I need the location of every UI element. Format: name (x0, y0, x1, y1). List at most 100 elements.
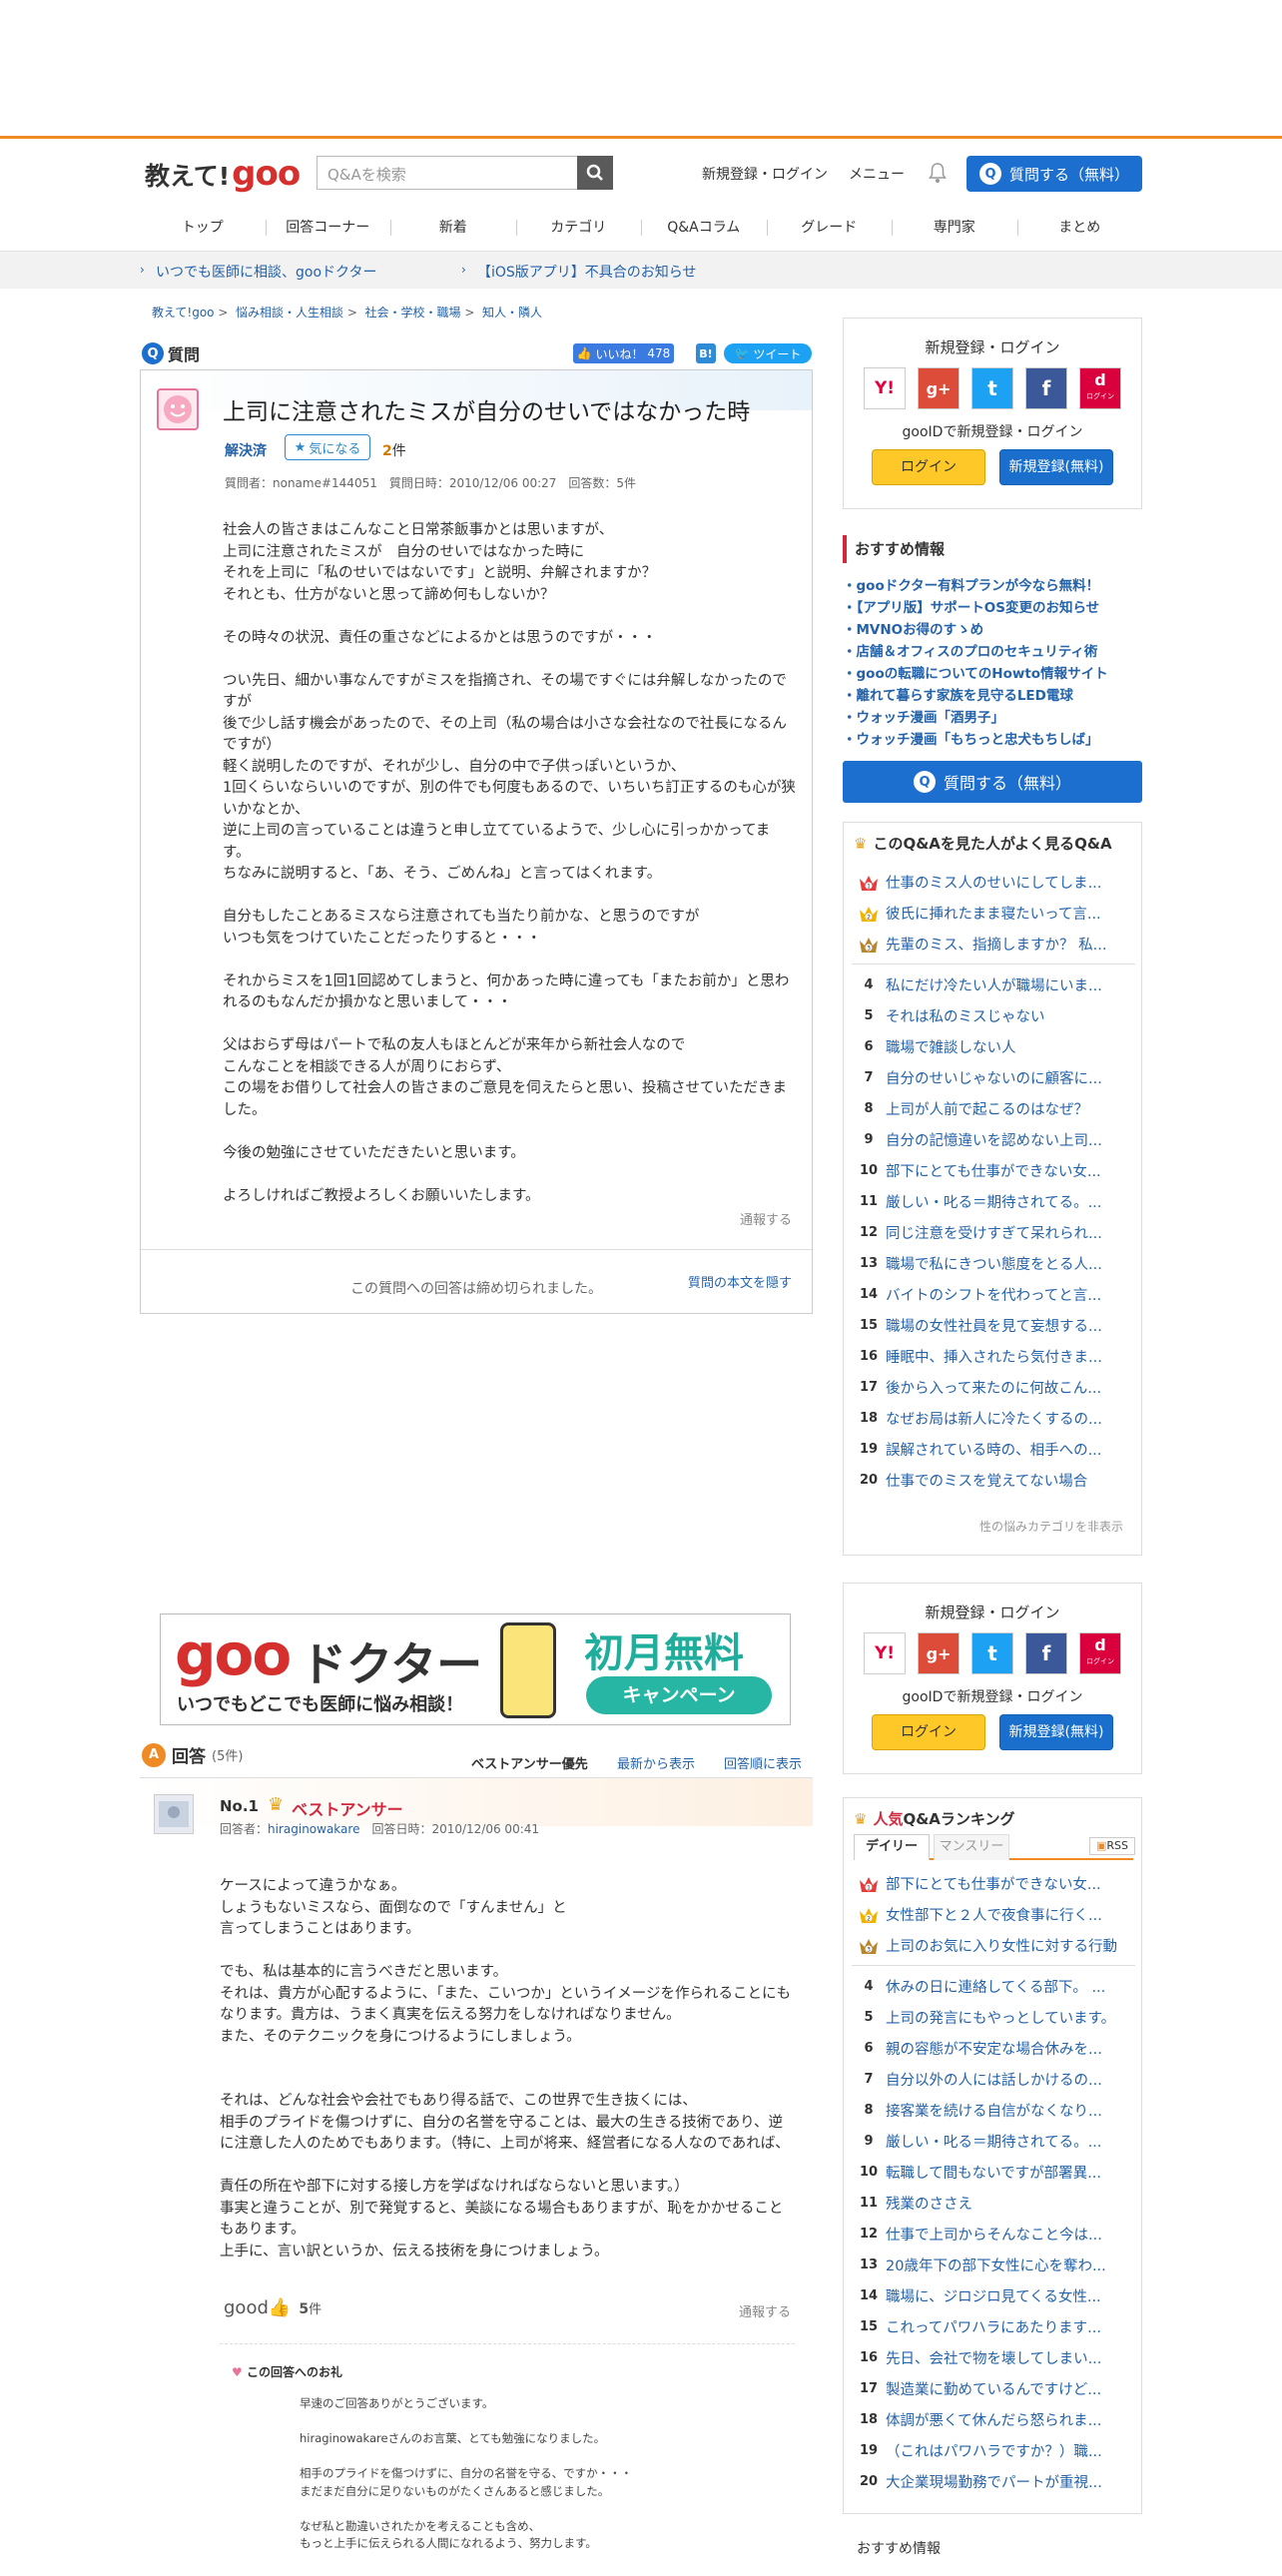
ranking-qa-row[interactable]: 15 これってパワハラにあたります... (852, 2311, 1135, 2342)
search-button[interactable] (577, 156, 613, 190)
related-qa-link[interactable]: 職場の女性社員を見て妄想する... (886, 1315, 1133, 1336)
google-login-icon[interactable]: g+ (918, 1632, 960, 1674)
nav-category[interactable]: カテゴリ (515, 210, 642, 246)
ranking-qa-link[interactable]: 体調が悪くて休んだら怒られま... (886, 2409, 1133, 2430)
ranking-qa-link[interactable]: 職場に、ジロジロ見てくる女性... (886, 2285, 1133, 2306)
good-button[interactable]: good👍 5件 (224, 2297, 321, 2318)
related-qa-row[interactable]: 15 職場の女性社員を見て妄想する... (852, 1310, 1135, 1341)
goo-doctor-ad[interactable]: goo ドクター いつでもどこでも医師に悩み相談！ 初月無料 キャンペーン (160, 1613, 791, 1725)
ranking-qa-link[interactable]: 接客業を続ける自信がなくなり... (886, 2100, 1133, 2121)
google-login-icon[interactable]: g+ (918, 367, 960, 409)
sort-newest[interactable]: 最新から表示 (617, 1753, 695, 1772)
tweet-button[interactable]: 🐦 ツイート (724, 343, 812, 363)
nav-qa-column[interactable]: Q&Aコラム (641, 210, 767, 246)
hide-question-link[interactable]: 質問の本文を隠す (688, 1272, 792, 1291)
related-qa-link[interactable]: 職場で雑談しない人 (886, 1036, 1133, 1057)
related-qa-link[interactable]: 自分の記憶違いを認めない上司... (886, 1129, 1133, 1150)
related-qa-row[interactable]: 16 睡眠中、挿入されたら気付きま... (852, 1341, 1135, 1372)
related-qa-link[interactable]: 仕事でのミスを覚えてない場合 (886, 1470, 1133, 1491)
answerer-link[interactable]: hiraginowakare (268, 1822, 359, 1836)
twitter-login-icon[interactable]: t (971, 367, 1013, 409)
ranking-qa-row[interactable]: 9 厳しい・叱る＝期待されてる。... (852, 2126, 1135, 2157)
breadcrumb-item[interactable]: 知人・隣人 (482, 306, 542, 320)
related-qa-link[interactable]: なぜお局は新人に冷たくするの... (886, 1408, 1133, 1429)
nav-matome[interactable]: まとめ (1016, 210, 1143, 246)
recommend-item[interactable]: MVNOお得のすゝめ (843, 619, 1142, 641)
ranking-qa-link[interactable]: 休みの日に連絡してくる部下。 ... (886, 1976, 1133, 1997)
recommend-item[interactable]: gooドクター有料プランが今なら無料！ (843, 575, 1142, 597)
ranking-qa-link[interactable]: 製造業に勤めているんですけど... (886, 2378, 1133, 2399)
bell-icon[interactable] (928, 162, 948, 184)
docomo-login-icon[interactable]: d ログイン (1079, 1632, 1121, 1674)
ranking-qa-row[interactable]: 1 部下にとても仕事ができない女... (852, 1868, 1135, 1899)
related-qa-row[interactable]: 5 それは私のミスじゃない (852, 1000, 1135, 1031)
ranking-qa-link[interactable]: 部下にとても仕事ができない女... (886, 1873, 1133, 1894)
ask-question-button-sidebar[interactable]: Q 質問する（無料） (843, 761, 1142, 803)
related-qa-row[interactable]: 10 部下にとても仕事ができない女... (852, 1155, 1135, 1186)
related-qa-link[interactable]: 職場で私にきつい態度をとる人... (886, 1253, 1133, 1274)
recommend-item[interactable]: 店舗＆オフィスのプロのセキュリティ術 (843, 641, 1142, 663)
recommend-item[interactable]: 離れて暮らす家族を見守るLED電球 (843, 685, 1142, 707)
recommend-item[interactable]: 【アプリ版】サポートOS変更のお知らせ (843, 597, 1142, 619)
recommend-item[interactable]: ウォッチ漫画「もちっと忠犬もちしば」 (843, 729, 1142, 751)
facebook-login-icon[interactable]: f (1025, 367, 1067, 409)
ranking-qa-row[interactable]: 18 体調が悪くて休んだら怒られま... (852, 2404, 1135, 2435)
nav-answer-corner[interactable]: 回答コーナー (265, 210, 391, 246)
related-qa-row[interactable]: 6 職場で雑談しない人 (852, 1031, 1135, 1062)
ranking-qa-link[interactable]: 自分以外の人には話しかけるの... (886, 2069, 1133, 2090)
nav-grade[interactable]: グレード (766, 210, 893, 246)
related-qa-row[interactable]: 3 先輩のミス、指摘しますか？ 私... (852, 929, 1135, 960)
related-qa-link[interactable]: 睡眠中、挿入されたら気付きま... (886, 1346, 1133, 1367)
ranking-qa-row[interactable]: 5 上司の発言にもやっとしています。 (852, 2002, 1135, 2033)
related-qa-row[interactable]: 18 なぜお局は新人に冷たくするの... (852, 1403, 1135, 1434)
related-qa-link[interactable]: それは私のミスじゃない (886, 1005, 1133, 1026)
recommend-item[interactable]: ウォッチ漫画「酒男子」 (843, 707, 1142, 729)
ranking-qa-row[interactable]: 14 職場に、ジロジロ見てくる女性... (852, 2280, 1135, 2311)
ranking-qa-row[interactable]: 16 先日、会社で物を壊してしまい... (852, 2342, 1135, 2373)
related-qa-row[interactable]: 13 職場で私にきつい態度をとる人... (852, 1248, 1135, 1279)
related-qa-link[interactable]: 厳しい・叱る＝期待されてる。... (886, 1191, 1133, 1212)
sort-order[interactable]: 回答順に表示 (724, 1753, 802, 1772)
ranking-qa-link[interactable]: 仕事で上司からそんなこと今は... (886, 2224, 1133, 2245)
login-button[interactable]: ログイン (872, 449, 985, 485)
menu-link[interactable]: メニュー (849, 164, 905, 184)
tab-monthly[interactable]: マンスリー (934, 1834, 1009, 1860)
related-qa-row[interactable]: 7 自分のせいじゃないのに顧客に... (852, 1062, 1135, 1093)
ranking-qa-link[interactable]: 残業のささえ (886, 2193, 1133, 2214)
nav-top[interactable]: トップ (140, 210, 266, 246)
related-qa-link[interactable]: 誤解されている時の、相手への... (886, 1439, 1133, 1460)
related-qa-link[interactable]: 仕事のミス人のせいにしてしま... (886, 872, 1133, 893)
sort-best[interactable]: ベストアンサー優先 (471, 1753, 588, 1772)
breadcrumb-item[interactable]: 悩み相談・人生相談 (236, 306, 343, 320)
hide-category-link[interactable]: 性の悩みカテゴリを非表示 (979, 1518, 1123, 1535)
ranking-qa-row[interactable]: 7 自分以外の人には話しかけるの... (852, 2064, 1135, 2095)
ranking-qa-link[interactable]: 転職して間もないですが部署異... (886, 2162, 1133, 2183)
ranking-qa-row[interactable]: 6 親の容態が不安定な場合休みを... (852, 2033, 1135, 2064)
ranking-qa-link[interactable]: 大企業現場勤務でパートが重視... (886, 2471, 1133, 2492)
breadcrumb-item[interactable]: 社会・学校・職場 (365, 306, 461, 320)
hatena-bookmark-button[interactable]: B! (696, 343, 716, 363)
related-qa-row[interactable]: 17 後から入って来たのに何故こん... (852, 1372, 1135, 1403)
report-link[interactable]: 通報する (740, 1209, 792, 1228)
ranking-qa-link[interactable]: 20歳年下の部下女性に心を奪わ... (886, 2254, 1133, 2275)
related-qa-row[interactable]: 11 厳しい・叱る＝期待されてる。... (852, 1186, 1135, 1217)
ask-question-button[interactable]: Q 質問する（無料） (966, 156, 1142, 192)
nav-experts[interactable]: 専門家 (892, 210, 1017, 246)
related-qa-link[interactable]: 先輩のミス、指摘しますか？ 私... (886, 934, 1133, 955)
related-qa-row[interactable]: 20 仕事でのミスを覚えてない場合 (852, 1465, 1135, 1496)
ranking-qa-link[interactable]: 上司の発言にもやっとしています。 (886, 2007, 1133, 2028)
twitter-login-icon[interactable]: t (971, 1632, 1013, 1674)
login-button[interactable]: ログイン (872, 1714, 985, 1750)
ranking-qa-row[interactable]: 3 上司のお気に入り女性に対する行動 (852, 1930, 1135, 1961)
ranking-qa-row[interactable]: 2 女性部下と２人で夜食事に行く... (852, 1899, 1135, 1930)
ranking-qa-row[interactable]: 12 仕事で上司からそんなこと今は... (852, 2219, 1135, 2250)
like-button[interactable]: 👍 いいね！ 478 (573, 343, 674, 363)
related-qa-row[interactable]: 1 仕事のミス人のせいにしてしま... (852, 867, 1135, 898)
nav-new[interactable]: 新着 (390, 210, 516, 246)
ranking-qa-link[interactable]: これってパワハラにあたります... (886, 2316, 1133, 2337)
related-qa-row[interactable]: 9 自分の記憶違いを認めない上司... (852, 1124, 1135, 1155)
recommend-item[interactable]: gooの転職についてのHowto情報サイト (843, 663, 1142, 685)
related-qa-link[interactable]: 私にだけ冷たい人が職場にいま... (886, 974, 1133, 995)
related-qa-row[interactable]: 19 誤解されている時の、相手への... (852, 1434, 1135, 1465)
register-button[interactable]: 新規登録(無料) (999, 449, 1113, 485)
